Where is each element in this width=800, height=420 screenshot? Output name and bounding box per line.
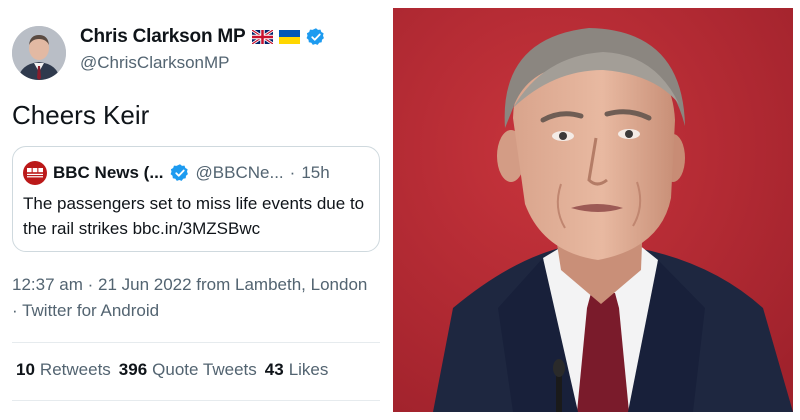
- politician-photo: [393, 8, 793, 412]
- likes-label: Likes: [288, 360, 329, 379]
- likes-stat[interactable]: 43 Likes: [265, 360, 329, 380]
- quoted-tweet-header: BBC News (... @BBCNe... · 15h: [23, 161, 330, 185]
- portrait-illustration: [393, 8, 793, 412]
- author-handle[interactable]: @ChrisClarksonMP: [80, 53, 230, 73]
- bbc-news-logo-icon: [23, 161, 47, 185]
- author-name-row: Chris Clarkson MP: [80, 26, 326, 48]
- retweets-label: Retweets: [39, 360, 111, 379]
- tweet-card: Chris Clarkson MP @ChrisClarksonMP Cheer…: [0, 0, 390, 420]
- quoted-tweet-text: The passengers set to miss life events d…: [23, 194, 365, 238]
- verified-badge-icon: [306, 28, 324, 45]
- retweets-count: 10: [16, 360, 35, 379]
- ukraine-flag-icon: [278, 30, 300, 44]
- quoted-tweet-age[interactable]: 15h: [301, 163, 329, 183]
- retweets-stat[interactable]: 10 Retweets: [16, 360, 111, 380]
- verified-badge-icon: [170, 164, 188, 181]
- engagement-stats: 10 Retweets 396 Quote Tweets 43 Likes: [16, 360, 328, 380]
- tweet-timestamp[interactable]: 12:37 am · 21 Jun 2022 from Lambeth, Lon…: [12, 272, 372, 324]
- quoted-author-name[interactable]: BBC News (...: [53, 163, 164, 183]
- divider: [12, 342, 380, 343]
- avatar-image: [12, 26, 66, 80]
- quoted-tweet[interactable]: BBC News (... @BBCNe... · 15h The passen…: [12, 146, 380, 252]
- meta-separator: ·: [289, 163, 296, 182]
- avatar[interactable]: [12, 26, 66, 80]
- uk-flag-icon: [251, 30, 273, 44]
- quote-tweets-label: Quote Tweets: [152, 360, 257, 379]
- quoted-author-handle[interactable]: @BBCNe...: [196, 163, 284, 183]
- quote-tweets-stat[interactable]: 396 Quote Tweets: [119, 360, 257, 380]
- divider: [12, 400, 380, 401]
- tweet-text: Cheers Keir: [12, 100, 150, 130]
- display-name[interactable]: Chris Clarkson MP: [80, 26, 246, 48]
- quote-tweets-count: 396: [118, 360, 148, 379]
- likes-count: 43: [264, 360, 284, 379]
